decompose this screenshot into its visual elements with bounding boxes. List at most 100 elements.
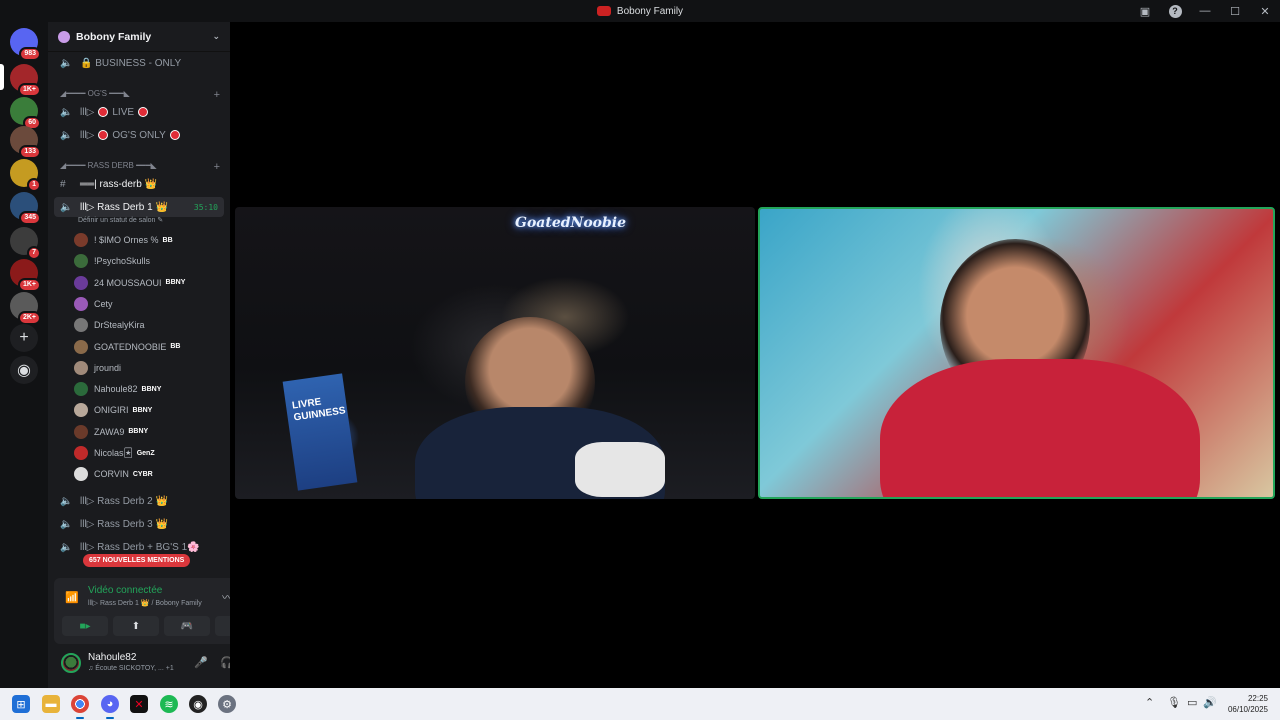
tray-volume-icon[interactable]: 🔊 (1203, 696, 1217, 709)
book-title: LIVRE GUINNESS (291, 396, 347, 424)
video-tile-goatednoobie[interactable]: GoatedNoobie LIVRE GUINNESS (235, 207, 755, 499)
server-icon-server-7[interactable]: 1K+ (10, 259, 41, 292)
neon-sign: GoatedNoobie (515, 215, 627, 231)
server-icon-server-5[interactable]: 345 (10, 192, 41, 225)
unread-badge: 7 (27, 246, 41, 260)
voice-member[interactable]: CORVIN CYBR (74, 464, 224, 484)
microphone-icon[interactable]: 🎤 (194, 656, 208, 669)
help-icon: ? (1168, 4, 1182, 18)
server-icon-discord-home[interactable]: 983 (10, 28, 41, 61)
member-tag: BB (162, 236, 173, 244)
member-tag: BBNY (165, 279, 186, 287)
tray-microphone-icon[interactable]: 🎙 (1167, 696, 1181, 709)
server-header[interactable]: Bobony Family ⌄ (48, 22, 230, 52)
clock-date: 06/10/2025 (1227, 705, 1268, 714)
member-name: ZAWA9 (94, 426, 125, 437)
active-app-indicator (76, 717, 84, 719)
channel-label: lll▷ Rass Derb 2 👑 (80, 495, 168, 507)
channel-rass-derb-2[interactable]: 🔈 lll▷ Rass Derb 2 👑 (54, 491, 224, 511)
book-image: LIVRE GUINNESS (282, 373, 358, 491)
voice-member[interactable]: ! $IMO Ornes % BB (74, 230, 224, 250)
server-icon-server-2[interactable]: 60 (10, 97, 41, 130)
avatar (74, 296, 88, 311)
avatar[interactable] (61, 653, 81, 673)
channel-label: LIVE (112, 106, 135, 118)
voice-member[interactable]: 24 MOUSSAOUI BBNY (74, 273, 224, 293)
voice-member[interactable]: ZAWA9 BBNY (74, 422, 224, 442)
channel-business-only[interactable]: 🔈 🔒 BUSINESS - ONLY (54, 53, 224, 73)
channel-rass-derb-3[interactable]: 🔈 lll▷ Rass Derb 3 👑 (54, 514, 224, 534)
signal-icon[interactable]: 📶 (65, 591, 79, 604)
add-channel-icon[interactable]: + (214, 89, 220, 101)
voice-member[interactable]: !PsychoSkulls (74, 251, 224, 271)
title-bar: Bobony Family ▣ ? — ☐ ✕ (0, 0, 1280, 22)
voice-location[interactable]: lll▷ Rass Derb 1 👑 / Bobony Family (88, 599, 202, 607)
red-circle-icon (169, 130, 180, 140)
minimize-button[interactable]: — (1190, 0, 1220, 22)
tray-network-icon[interactable]: ▭ (1187, 696, 1197, 709)
channel-rass-derb-1[interactable]: 🔈 lll▷ Rass Derb 1 👑 35:10 (54, 197, 224, 217)
settings-app-icon[interactable]: ⚙ (218, 695, 236, 713)
voice-member[interactable]: DrStealyKira (74, 315, 224, 335)
channel-prefix: lll▷ (80, 129, 95, 141)
discord-icon[interactable]: ◕ (101, 695, 119, 713)
avatar (74, 446, 88, 460)
system-clock[interactable]: 22:25 06/10/2025 (1222, 693, 1268, 715)
channel-live[interactable]: 🔈 lll▷ LIVE (54, 102, 224, 122)
video-tile-speaking[interactable] (758, 207, 1275, 499)
help-button[interactable]: ? (1160, 0, 1190, 22)
channel-label: ══| rass-derb 👑 (80, 178, 158, 190)
username[interactable]: Nahoule82 (88, 652, 136, 663)
channel-label: 🔒 BUSINESS - ONLY (80, 57, 182, 69)
channel-status-input[interactable]: Définir un statut de salon ✎ (54, 216, 163, 224)
voice-member[interactable]: GOATEDNOOBIE BB (74, 337, 224, 357)
server-icon-server-1[interactable]: 1K+ (10, 64, 41, 97)
voice-member[interactable]: ONIGIRI BBNY (74, 400, 224, 420)
server-icon-server-8[interactable]: 2K+ (10, 292, 41, 325)
file-explorer-icon[interactable]: ▬ (42, 695, 60, 713)
channel-ogs-only[interactable]: 🔈 lll▷ OG'S ONLY (54, 125, 224, 145)
category-ogs[interactable]: ◢━━━━ OG'S ━━━◣ + (60, 89, 220, 101)
mentions-banner[interactable]: 657 NOUVELLES MENTIONS (83, 554, 191, 567)
member-name: ONIGIRI (94, 405, 129, 416)
window-title: Bobony Family (616, 5, 684, 17)
server-icon-server-4[interactable]: 1 (10, 159, 41, 192)
member-name: GOATEDNOOBIE (94, 341, 167, 352)
capcut-icon[interactable]: ✕ (130, 695, 148, 713)
server-icon-server-3[interactable]: 133 (10, 126, 41, 159)
voice-member[interactable]: Nahoule82 BBNY (74, 379, 224, 399)
unread-badge: 345 (19, 211, 41, 225)
avatar (74, 233, 88, 247)
spotify-icon[interactable]: ≋ (160, 695, 178, 713)
text-channel-rass-derb[interactable]: # ══| rass-derb 👑 (54, 174, 224, 194)
explore-servers-button[interactable]: ◉ (10, 356, 38, 384)
member-tag: BBNY (141, 385, 162, 393)
red-circle-icon (98, 130, 109, 140)
chrome-icon[interactable] (71, 695, 89, 713)
red-circle-icon (98, 107, 109, 117)
screen-share-button[interactable]: ⬆ (113, 616, 159, 636)
inbox-icon[interactable]: ▣ (1130, 0, 1160, 22)
voice-member[interactable]: Cety (74, 294, 224, 314)
speaker-icon: 🔈 (60, 57, 73, 69)
tray-chevron-up-icon[interactable]: ⌃ (1145, 696, 1154, 709)
avatar (74, 403, 88, 418)
active-app-indicator (106, 717, 114, 719)
red-circle-icon (138, 107, 149, 117)
category-rass-derb[interactable]: ◢━━━━ RASS DERB ━━━◣ + (60, 161, 220, 173)
voice-member[interactable]: jroundi (74, 358, 224, 378)
selected-server-pill (0, 64, 4, 90)
voice-member[interactable]: Nicolas🃏 GenZ (74, 443, 224, 463)
camera-button[interactable]: ■▸ (62, 616, 108, 636)
add-server-button[interactable]: + (10, 324, 38, 352)
windows-start-icon[interactable]: ⊞ (12, 695, 30, 713)
add-channel-icon[interactable]: + (214, 161, 220, 173)
maximize-button[interactable]: ☐ (1220, 0, 1250, 22)
avatar (74, 360, 88, 375)
close-button[interactable]: ✕ (1250, 0, 1280, 22)
activities-button[interactable]: 🎮 (164, 616, 210, 636)
server-icon-server-6[interactable]: 7 (10, 227, 41, 260)
obs-icon[interactable]: ◉ (189, 695, 207, 713)
member-tag: CYBR (132, 470, 153, 478)
video-stage: GoatedNoobie LIVRE GUINNESS (230, 22, 1280, 688)
